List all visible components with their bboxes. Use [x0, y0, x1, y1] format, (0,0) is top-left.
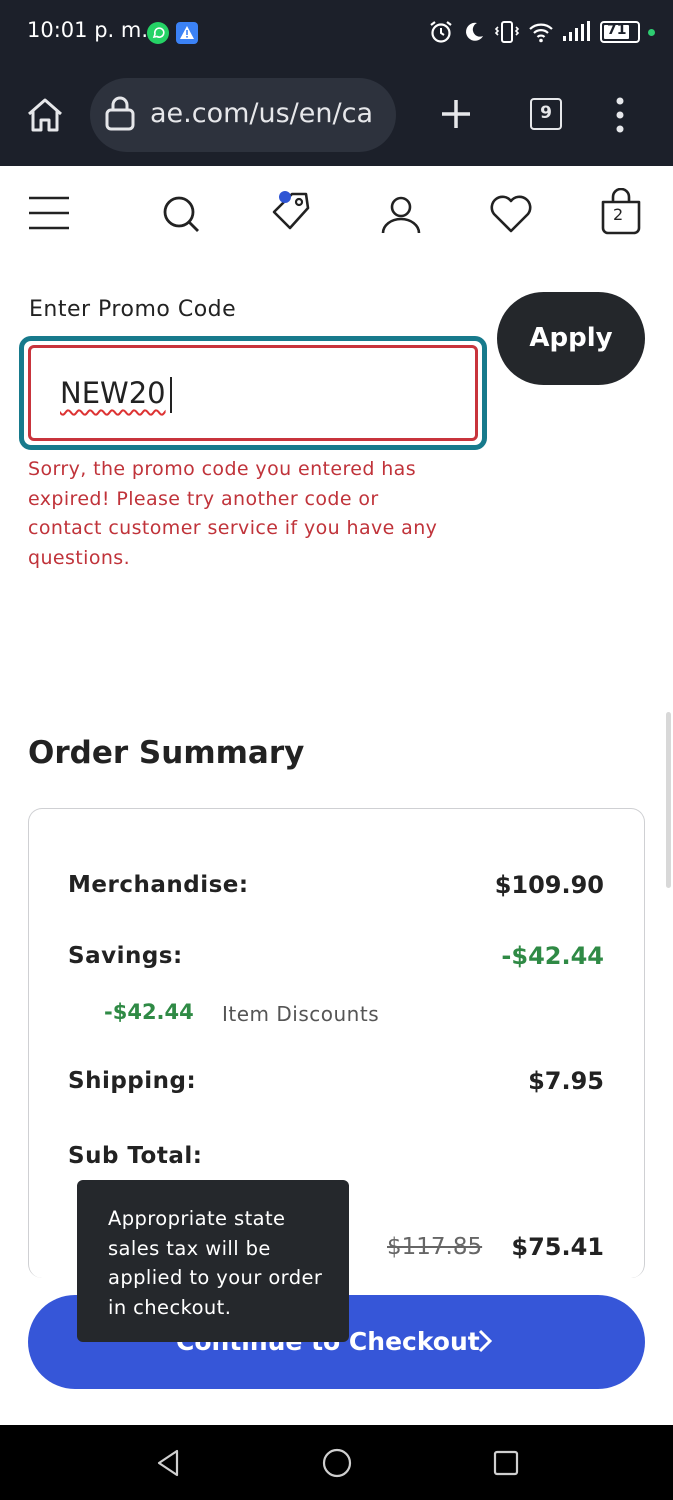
cart-count-badge: 2: [613, 205, 624, 224]
wishlist-heart-icon[interactable]: [489, 194, 533, 234]
status-bar: 10:01 p. m. 71: [0, 0, 673, 66]
site-nav: [0, 166, 673, 266]
moon-icon: [466, 22, 483, 41]
promo-error-message: Sorry, the promo code you entered has ex…: [28, 458, 438, 569]
order-summary-title: Order Summary: [28, 735, 305, 771]
item-discount-amount: -$42.44: [104, 1000, 194, 1024]
new-tab-icon[interactable]: [439, 97, 473, 131]
browser-toolbar: ae.com/us/en/ca 9: [0, 66, 673, 166]
apply-button[interactable]: Apply: [497, 292, 645, 385]
status-icons: 71: [428, 16, 655, 48]
signal-icon: [563, 21, 590, 41]
lock-icon: [105, 96, 135, 131]
savings-value: -$42.44: [501, 942, 604, 970]
subtotal-original-price: $117.85: [387, 1234, 483, 1260]
shipping-value: $7.95: [528, 1067, 604, 1095]
promo-code-input[interactable]: NEW20: [28, 345, 478, 441]
item-discount-label: Item Discounts: [222, 1002, 380, 1026]
subtotal-value: $75.41: [511, 1233, 604, 1261]
text-caret: [170, 377, 172, 413]
battery-dot-icon: [648, 28, 655, 36]
account-icon[interactable]: [380, 194, 422, 236]
promo-code-value: NEW20: [60, 376, 166, 410]
shipping-label: Shipping:: [68, 1068, 197, 1094]
back-icon[interactable]: [155, 1448, 181, 1478]
merchandise-label: Merchandise:: [68, 872, 249, 898]
url-text: ae.com/us/en/ca: [150, 98, 373, 129]
home-icon[interactable]: [25, 96, 65, 134]
url-bar[interactable]: ae.com/us/en/ca: [90, 78, 396, 152]
whatsapp-icon: [147, 22, 169, 44]
page-scrollbar[interactable]: [666, 712, 671, 888]
recents-icon[interactable]: [492, 1449, 520, 1477]
tab-switcher-button[interactable]: 9: [530, 98, 562, 130]
system-nav-bar: [0, 1425, 673, 1500]
more-menu-icon[interactable]: [612, 96, 628, 134]
offers-tag-icon[interactable]: [268, 188, 314, 234]
promo-code-label: Enter Promo Code: [29, 297, 237, 322]
vibrate-icon: [494, 21, 520, 43]
wifi-icon: [529, 23, 553, 43]
savings-label: Savings:: [68, 943, 183, 969]
menu-icon[interactable]: [28, 195, 70, 231]
home-nav-icon[interactable]: [321, 1447, 353, 1479]
chevron-right-icon: [478, 1329, 493, 1353]
subtotal-label: Sub Total:: [68, 1143, 203, 1169]
sales-tax-tooltip: Appropriate state sales tax will be appl…: [77, 1180, 349, 1342]
search-icon[interactable]: [161, 194, 201, 234]
alarm-icon: [430, 21, 452, 43]
merchandise-value: $109.90: [494, 871, 604, 899]
alert-icon: [176, 22, 198, 44]
status-time: 10:01 p. m.: [27, 18, 149, 42]
battery-icon: 71: [600, 21, 640, 43]
battery-level: 71: [607, 22, 627, 38]
tooltip-text: Appropriate state sales tax will be appl…: [108, 1207, 323, 1319]
